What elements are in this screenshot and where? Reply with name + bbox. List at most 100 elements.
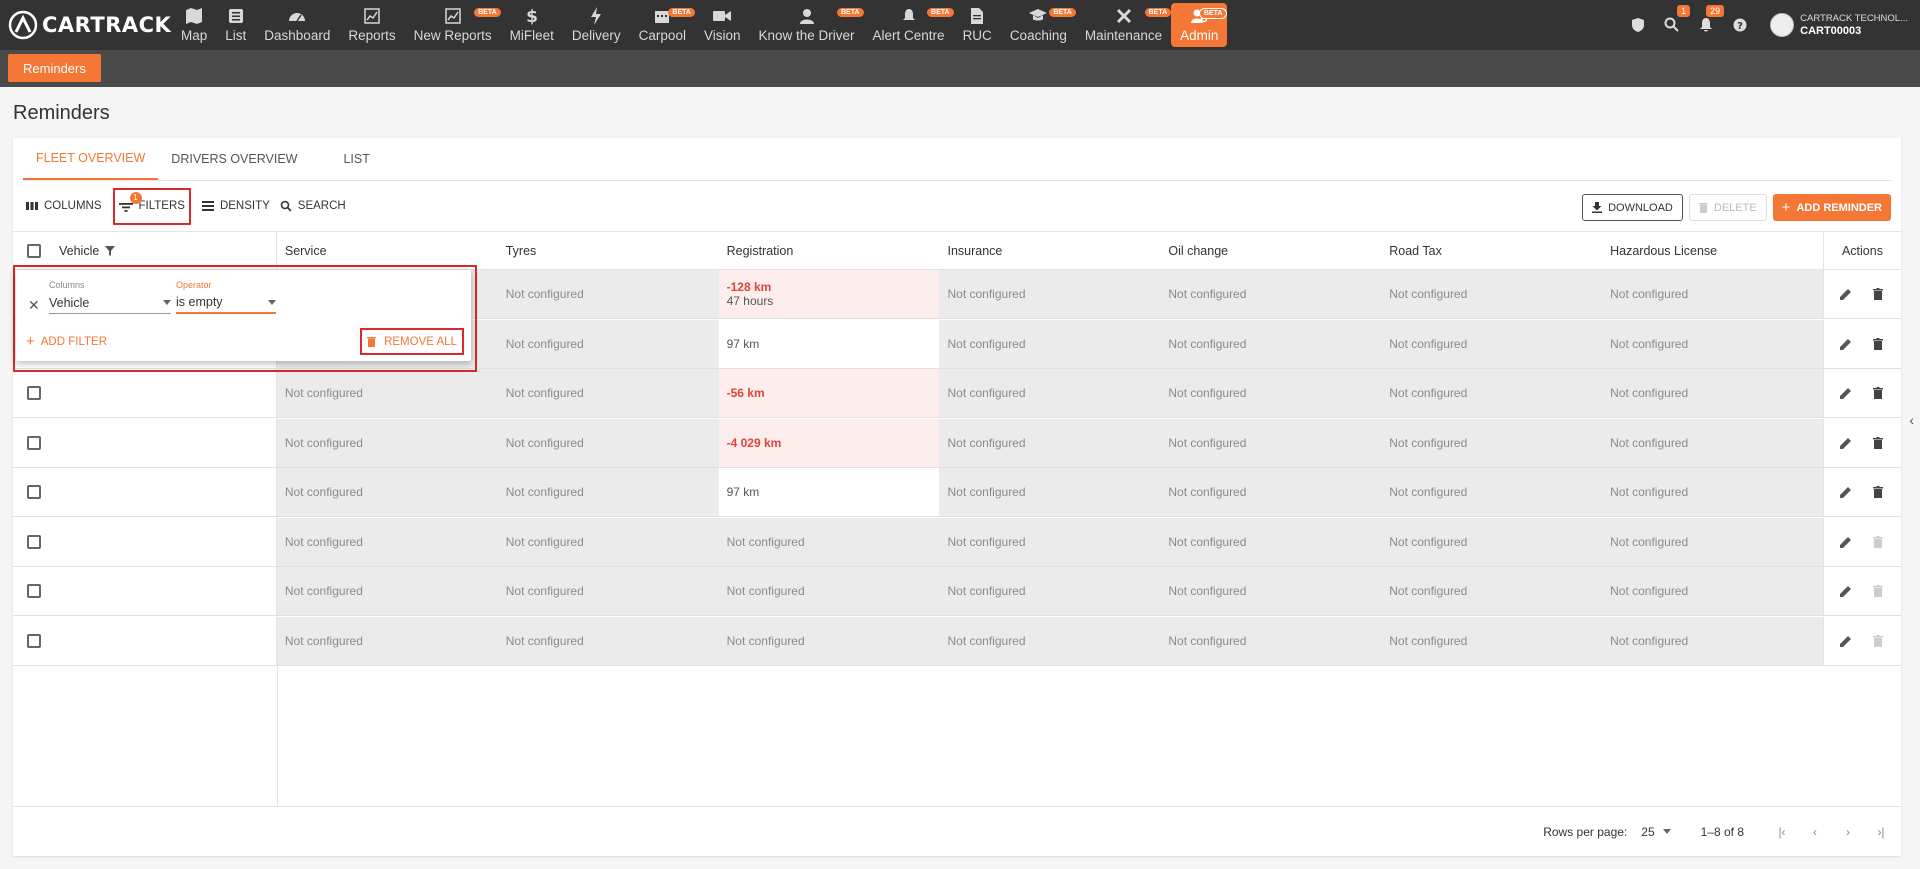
delete-trash-icon[interactable]	[1871, 386, 1885, 400]
hazardous-license-cell[interactable]: Not configured	[1602, 567, 1823, 615]
remove-filter-close-icon[interactable]: ✕	[28, 297, 40, 314]
registration-cell[interactable]: Not configured	[718, 517, 940, 566]
download-button[interactable]: DOWNLOAD	[1582, 194, 1683, 221]
edit-pencil-icon[interactable]	[1839, 485, 1853, 499]
search-alerts-icon[interactable]: 1	[1662, 5, 1691, 35]
hazardous-license-cell[interactable]: Not configured	[1602, 468, 1823, 516]
road-tax-cell[interactable]: Not configured	[1381, 517, 1603, 566]
rows-per-page-select[interactable]: 25	[1641, 825, 1671, 839]
header-road-tax[interactable]: Road Tax	[1381, 232, 1603, 269]
delete-trash-icon[interactable]	[1871, 535, 1885, 549]
road-tax-cell[interactable]: Not configured	[1381, 270, 1603, 318]
delete-trash-icon[interactable]	[1871, 337, 1885, 351]
insurance-cell[interactable]: Not configured	[939, 418, 1161, 467]
shield-icon[interactable]	[1628, 15, 1648, 35]
edit-pencil-icon[interactable]	[1839, 436, 1853, 450]
nav-item-vision[interactable]: Vision	[695, 3, 750, 47]
hazardous-license-cell[interactable]: Not configured	[1602, 319, 1823, 368]
nav-item-list[interactable]: List	[216, 3, 255, 47]
nav-item-new-reports[interactable]: New Reports BETA	[405, 3, 501, 47]
oil-change-cell[interactable]: Not configured	[1160, 270, 1382, 318]
road-tax-cell[interactable]: Not configured	[1381, 369, 1603, 417]
edit-pencil-icon[interactable]	[1839, 337, 1853, 351]
columns-button[interactable]: COLUMNS	[21, 188, 107, 224]
tab-drivers-overview[interactable]: DRIVERS OVERVIEW	[158, 138, 310, 180]
last-page-icon[interactable]: ›|	[1873, 824, 1889, 840]
oil-change-cell[interactable]: Not configured	[1160, 468, 1382, 516]
tyres-cell[interactable]: Not configured	[497, 517, 719, 566]
row-checkbox[interactable]	[27, 485, 41, 499]
registration-cell[interactable]: 97 km	[718, 319, 940, 368]
oil-change-cell[interactable]: Not configured	[1160, 418, 1382, 467]
registration-cell[interactable]: 97 km	[718, 468, 940, 516]
service-cell[interactable]: Not configured	[276, 369, 498, 417]
service-cell[interactable]: Not configured	[276, 468, 498, 516]
tyres-cell[interactable]: Not configured	[497, 369, 719, 417]
cartrack-logo[interactable]: CARTRACK	[0, 0, 172, 50]
nav-item-coaching[interactable]: Coaching BETA	[1001, 3, 1076, 47]
edit-pencil-icon[interactable]	[1839, 584, 1853, 598]
columns-select[interactable]: Vehicle	[49, 292, 171, 314]
tab-fleet-overview[interactable]: FLEET OVERVIEW	[23, 138, 159, 180]
insurance-cell[interactable]: Not configured	[939, 270, 1161, 318]
help-icon[interactable]: ?	[1730, 15, 1750, 35]
hazardous-license-cell[interactable]: Not configured	[1602, 270, 1823, 318]
header-registration[interactable]: Registration	[718, 232, 940, 269]
row-checkbox[interactable]	[27, 435, 41, 450]
registration-cell[interactable]: Not configured	[718, 567, 940, 615]
tab-list[interactable]: LIST	[330, 138, 382, 180]
next-page-icon[interactable]: ›	[1840, 824, 1856, 840]
filters-button[interactable]: 1 FILTERS	[112, 187, 191, 225]
header-service[interactable]: Service	[276, 232, 498, 269]
insurance-cell[interactable]: Not configured	[939, 369, 1161, 417]
row-checkbox[interactable]	[27, 534, 41, 549]
service-cell[interactable]: Not configured	[276, 418, 498, 467]
nav-item-delivery[interactable]: Delivery	[563, 3, 630, 47]
edit-pencil-icon[interactable]	[1839, 386, 1853, 400]
table-row[interactable]: Not configured Not configured -56 km Not co…	[13, 369, 1901, 418]
notifications-bell-icon[interactable]: 29	[1696, 5, 1725, 35]
oil-change-cell[interactable]: Not configured	[1160, 319, 1382, 368]
hazardous-license-cell[interactable]: Not configured	[1602, 369, 1823, 417]
density-button[interactable]: DENSITY	[197, 188, 275, 224]
oil-change-cell[interactable]: Not configured	[1160, 517, 1382, 566]
header-hazardous-license[interactable]: Hazardous License	[1602, 232, 1823, 269]
table-row[interactable]: Not configured Not configured Not configur…	[13, 517, 1901, 567]
nav-item-maintenance[interactable]: Maintenance BETA	[1076, 3, 1172, 47]
user-menu[interactable]: CARTRACK TECHNOL... CART00003	[1770, 13, 1908, 37]
nav-item-carpool[interactable]: Carpool BETA	[630, 3, 695, 47]
oil-change-cell[interactable]: Not configured	[1160, 369, 1382, 417]
operator-select[interactable]: is empty	[176, 292, 276, 314]
header-oil-change[interactable]: Oil change	[1160, 232, 1382, 269]
tyres-cell[interactable]: Not configured	[497, 270, 719, 318]
registration-cell[interactable]: -4 029 km	[718, 418, 940, 467]
tyres-cell[interactable]: Not configured	[497, 319, 719, 368]
road-tax-cell[interactable]: Not configured	[1381, 319, 1603, 368]
road-tax-cell[interactable]: Not configured	[1381, 567, 1603, 615]
road-tax-cell[interactable]: Not configured	[1381, 418, 1603, 467]
row-checkbox[interactable]	[27, 386, 41, 400]
table-row[interactable]: Not configured Not configured Not configur…	[13, 567, 1901, 616]
nav-item-map[interactable]: Map	[172, 3, 216, 47]
row-checkbox[interactable]	[27, 633, 41, 648]
tyres-cell[interactable]: Not configured	[497, 567, 719, 615]
insurance-cell[interactable]: Not configured	[939, 517, 1161, 566]
reminders-button[interactable]: Reminders	[8, 54, 101, 82]
filter-funnel-icon[interactable]	[105, 245, 116, 256]
hazardous-license-cell[interactable]: Not configured	[1602, 418, 1823, 467]
edit-pencil-icon[interactable]	[1839, 287, 1853, 301]
side-panel-chevron-icon[interactable]: ‹	[1909, 412, 1914, 428]
vehicle-header[interactable]: Vehicle	[59, 244, 116, 258]
delete-trash-icon[interactable]	[1871, 584, 1885, 598]
table-row[interactable]: Not configured Not configured -4 029 km Not…	[13, 418, 1901, 468]
delete-button[interactable]: DELETE	[1688, 194, 1767, 221]
header-tyres[interactable]: Tyres	[497, 232, 719, 269]
tyres-cell[interactable]: Not configured	[497, 418, 719, 467]
edit-pencil-icon[interactable]	[1839, 535, 1853, 549]
previous-page-icon[interactable]: ‹	[1807, 824, 1823, 840]
insurance-cell[interactable]: Not configured	[939, 567, 1161, 615]
service-cell[interactable]: Not configured	[276, 517, 498, 566]
insurance-cell[interactable]: Not configured	[939, 319, 1161, 368]
service-cell[interactable]: Not configured	[276, 567, 498, 615]
registration-cell[interactable]: -128 km 47 hours	[718, 270, 940, 318]
